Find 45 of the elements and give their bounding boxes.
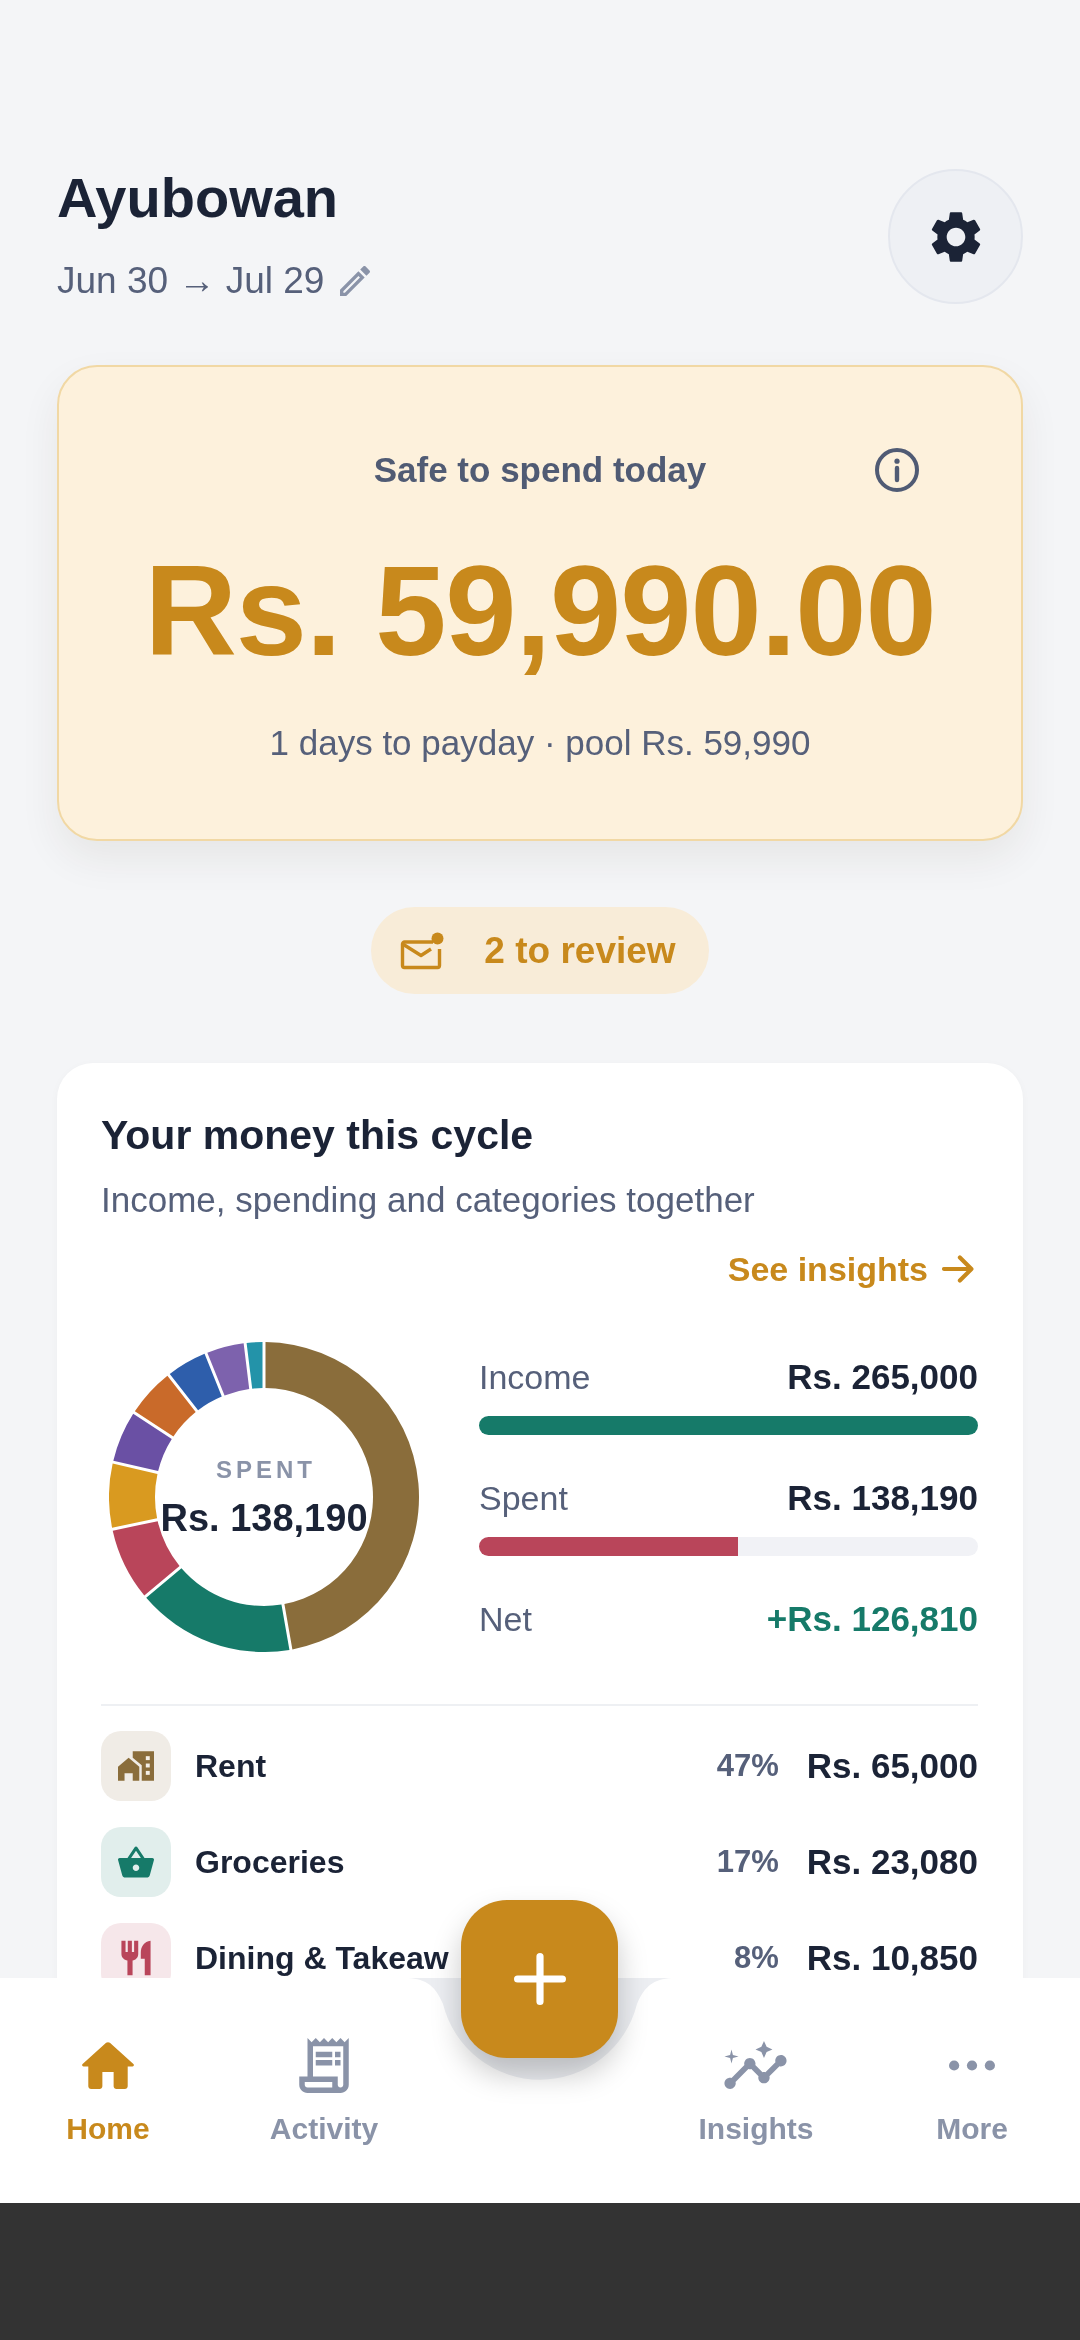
payday-detail: 1 days to payday · pool Rs. 59,990 xyxy=(269,722,811,764)
nav-tab[interactable]: More xyxy=(936,2037,1008,2147)
see-insights-link[interactable]: See insights xyxy=(727,1249,974,1289)
donut-slice xyxy=(169,1353,222,1411)
nav-tab[interactable]: Home xyxy=(66,2037,150,2147)
donut-slice xyxy=(113,1413,172,1471)
category-percent: 17% xyxy=(716,1846,779,1878)
category-name: Groceries xyxy=(195,1846,346,1878)
info-icon[interactable] xyxy=(875,448,919,492)
receipt-icon xyxy=(299,2037,349,2093)
sparkle-chart-icon xyxy=(724,2041,788,2089)
date-range: Jun 30 → Jul 29 xyxy=(57,260,325,302)
category-name: Rent xyxy=(195,1750,268,1782)
greeting-title: Ayubowan xyxy=(57,166,340,230)
house-icon xyxy=(82,2041,134,2089)
more-icon xyxy=(949,2059,995,2071)
safe-amount: Rs. 59,990.00 xyxy=(144,547,936,675)
arrow-right-icon xyxy=(942,1255,974,1283)
summary-label: Income xyxy=(479,1357,591,1397)
donut-slice xyxy=(109,1463,158,1528)
category-amount: Rs. 10,850 xyxy=(806,1941,978,1975)
nav-tab[interactable]: Insights xyxy=(698,2037,814,2147)
card-title: Your money this cycle xyxy=(101,1111,535,1159)
add-button[interactable] xyxy=(461,1900,618,2058)
review-button[interactable]: 2 to review xyxy=(371,907,709,994)
summary-value: Rs. 265,000 xyxy=(787,1357,978,1397)
summary-label: Net xyxy=(479,1599,532,1639)
card-label: Safe to spend today xyxy=(373,449,707,491)
category-amount: Rs. 23,080 xyxy=(806,1845,978,1879)
plus-icon xyxy=(513,1953,566,2005)
category-percent: 47% xyxy=(716,1750,779,1782)
gear-icon xyxy=(930,211,981,262)
summary-label: Spent xyxy=(479,1478,568,1518)
card-subtitle: Income, spending and categories together xyxy=(101,1180,756,1220)
category-name: Dining & Takeaw xyxy=(195,1942,450,1974)
donut-caption: SPENT xyxy=(215,1455,316,1484)
donut-slice xyxy=(134,1375,196,1437)
summary-value: Rs. 138,190 xyxy=(787,1478,978,1518)
net-value: +Rs. 126,810 xyxy=(766,1599,978,1639)
pencil-icon[interactable] xyxy=(340,266,371,296)
category-amount: Rs. 65,000 xyxy=(806,1749,978,1783)
nav-tab[interactable]: Activity xyxy=(269,2037,379,2147)
mail-dot-icon xyxy=(400,931,445,970)
donut-total: Rs. 138,190 xyxy=(160,1496,368,1539)
category-percent: 8% xyxy=(733,1942,779,1974)
